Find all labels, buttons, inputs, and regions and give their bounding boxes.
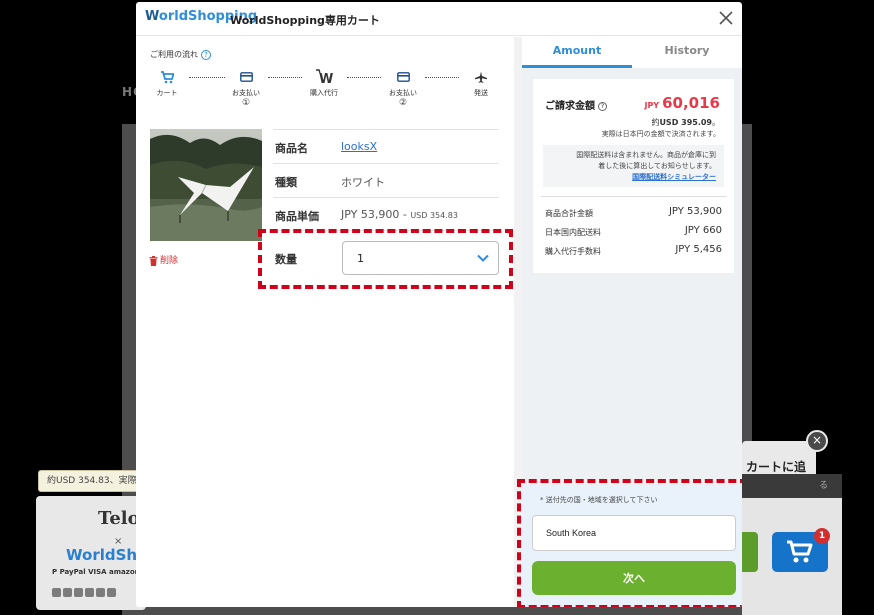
table-row: 商品単価 JPY 53,900 - USD 354.83: [273, 197, 499, 231]
destination-country-input[interactable]: [532, 515, 736, 551]
modal-header: WorldShopping WorldShopping専用カート: [136, 2, 742, 36]
highlight-box-quantity: [258, 229, 513, 289]
next-button[interactable]: 次へ: [532, 561, 736, 595]
background-cart-badge: 1: [814, 528, 830, 544]
purchase-proxy-icon: W: [316, 69, 333, 85]
step-payment-2: お支払い ②: [383, 69, 423, 108]
scroll-track: [514, 37, 522, 607]
step-connector: [189, 77, 225, 78]
product-info-table: 商品名 looksX 種類 ホワイト 商品単価 JPY 53,900 - USD…: [273, 129, 499, 231]
step-payment-1: お支払い ①: [226, 69, 266, 108]
delete-button[interactable]: 削除: [149, 253, 178, 266]
settlement-note: 実際は日本円の金額で決済されます。: [601, 130, 720, 138]
card-icon: [239, 72, 253, 82]
step-purchase-proxy: W 購入代行: [304, 69, 344, 98]
destination-section: * 送付先の国・地域を選択して下さい 次へ: [517, 479, 742, 607]
amount-panel: Amount History ご請求金額? JPY 60,016 約USD 395…: [517, 37, 742, 607]
total-label: ご請求金額?: [545, 97, 607, 112]
help-icon[interactable]: ?: [201, 49, 211, 60]
step-cart: カート: [147, 69, 187, 98]
step-connector: [425, 77, 459, 78]
trash-icon: [149, 255, 158, 266]
step-connector: [347, 77, 381, 78]
summary-line: 商品合計金額 JPY 53,900: [545, 206, 722, 218]
background-worldshopping-widget: Telo × WorldSho P PayPal VISA amazon: [36, 496, 146, 610]
svg-text:W: W: [319, 72, 333, 85]
price-summary: ご請求金額? JPY 60,016 約USD 395.09。 実際は日本円の金額で…: [533, 79, 734, 273]
product-image[interactable]: [150, 129, 262, 241]
product-unit-price: JPY 53,900 - USD 354.83: [341, 208, 458, 221]
background-cart-popup-text: カートに追: [746, 460, 807, 474]
background-payment-icons: [52, 582, 142, 597]
step-connector: [268, 77, 302, 78]
product-name-link[interactable]: looksX: [341, 140, 377, 153]
shipping-simulator-link[interactable]: 国際配送料シミュレーター: [551, 172, 716, 183]
tab-history[interactable]: History: [632, 37, 742, 68]
background-price-tooltip: 約USD 354.83、実際は日: [38, 470, 142, 492]
cart-icon: [787, 540, 813, 563]
tab-bar: Amount History: [522, 37, 742, 68]
table-row: 商品名 looksX: [273, 129, 499, 163]
background-dark-bar: る: [742, 474, 842, 498]
summary-line: 購入代行手数料 JPY 5,456: [545, 244, 722, 256]
step-shipping: 発送: [461, 69, 501, 98]
total-usd: 約USD 395.09。: [651, 118, 720, 127]
help-icon[interactable]: ?: [598, 101, 607, 111]
table-row: 種類 ホワイト: [273, 163, 499, 197]
modal-title: WorldShopping専用カート: [230, 14, 380, 27]
airplane-icon: [475, 71, 487, 83]
flow-label: ご利用の流れ?: [150, 49, 211, 60]
background-shop-logo: Telo: [98, 508, 140, 529]
summary-line: 日本国内配送料 JPY 660: [545, 225, 722, 237]
cart-icon: [161, 70, 174, 83]
close-button[interactable]: [716, 8, 736, 28]
cart-modal: WorldShopping WorldShopping専用カート ご利用の流れ?…: [136, 2, 742, 607]
divider: [541, 196, 726, 197]
background-green-button[interactable]: [742, 532, 758, 572]
tab-amount[interactable]: Amount: [522, 37, 632, 68]
total-amount: JPY 60,016: [644, 94, 720, 112]
cart-main: ご利用の流れ? カート お支払い ① W 購入代行 お支払い ② 発送 削除 商…: [136, 37, 514, 607]
background-worldshopping-logo: WorldSho: [66, 546, 146, 564]
close-icon: [719, 11, 733, 25]
background-popup-close-icon[interactable]: ×: [806, 430, 828, 452]
card-icon: [396, 72, 410, 82]
product-variant: ホワイト: [341, 176, 385, 189]
background-payment-logos: P PayPal VISA amazon: [52, 568, 140, 576]
shipping-note: 国際配送料は含まれません。商品が倉庫に到 着した後に算出してお知らせします。 国…: [543, 145, 724, 187]
destination-hint: * 送付先の国・地域を選択して下さい: [540, 496, 658, 504]
